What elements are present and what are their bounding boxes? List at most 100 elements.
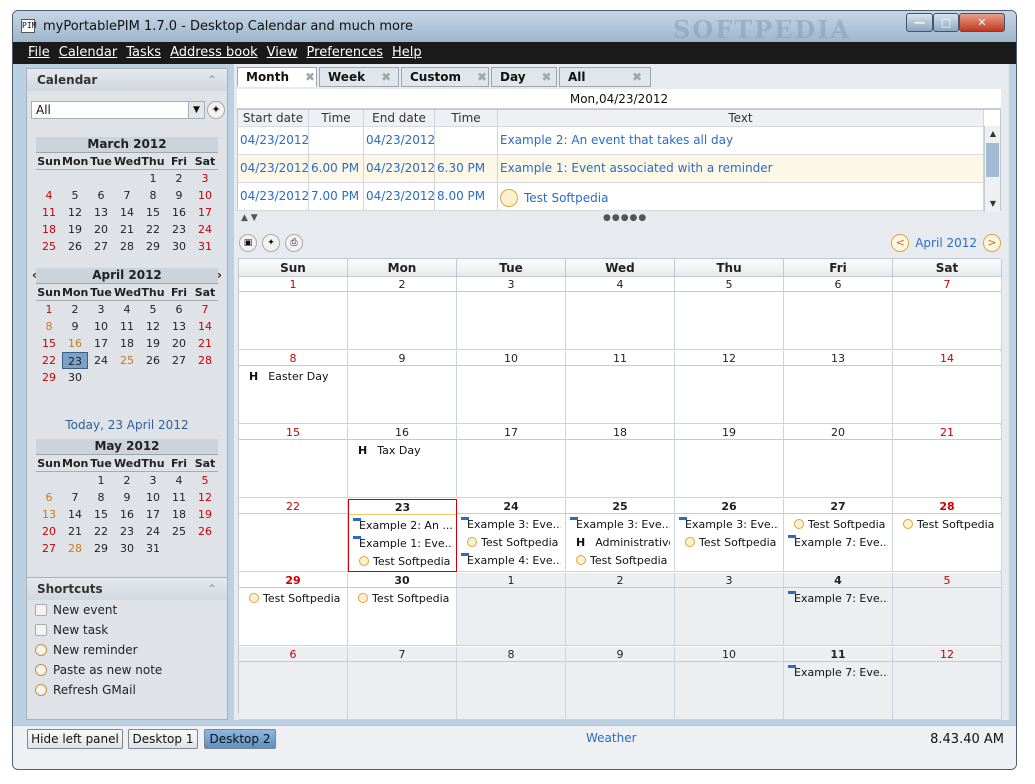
- calendar-event[interactable]: Example 3: Eve...: [461, 517, 561, 533]
- event-cell[interactable]: 04/23/2012: [238, 183, 309, 210]
- column-header[interactable]: Time: [435, 110, 498, 126]
- event-cell[interactable]: Example 1: Event associated with a remin…: [498, 155, 984, 182]
- day-cell[interactable]: 6: [239, 647, 348, 720]
- mini-calendar-day[interactable]: 8: [36, 318, 62, 335]
- splitter-arrows-icon[interactable]: ▲ ▼: [241, 213, 258, 223]
- mini-calendar-day[interactable]: 4: [36, 187, 62, 204]
- mini-calendar-day[interactable]: 25: [36, 238, 62, 255]
- mini-calendar-day[interactable]: 1: [140, 170, 166, 187]
- mini-calendar-day[interactable]: 15: [36, 335, 62, 352]
- prev-month-button[interactable]: <: [891, 234, 910, 252]
- mini-calendar-day[interactable]: 11: [36, 204, 62, 221]
- chevron-down-icon[interactable]: ▼: [188, 102, 204, 118]
- calendar-event[interactable]: Test Softpedia: [679, 535, 779, 551]
- mini-calendar-day[interactable]: 17: [140, 506, 166, 523]
- collapse-chevron-icon[interactable]: ⌃: [207, 73, 217, 87]
- mini-calendar-day[interactable]: 31: [192, 238, 218, 255]
- event-cell[interactable]: 04/23/2012: [238, 127, 309, 154]
- mini-calendar-day[interactable]: 25: [166, 523, 192, 540]
- event-list-scrollbar[interactable]: ▲ ▼: [984, 126, 1000, 212]
- scroll-down-icon[interactable]: ▼: [985, 196, 1001, 212]
- next-month-button[interactable]: >: [983, 234, 1001, 252]
- mini-calendar-day[interactable]: 23: [62, 352, 88, 369]
- hide-left-panel-button[interactable]: Hide left panel: [27, 729, 123, 749]
- mini-calendar-day[interactable]: 13: [36, 506, 62, 523]
- scroll-up-icon[interactable]: ▲: [985, 126, 1001, 142]
- event-cell[interactable]: 04/23/2012: [238, 155, 309, 182]
- minimize-button[interactable]: —: [906, 13, 933, 32]
- mini-calendar-day[interactable]: 29: [36, 369, 62, 386]
- mini-calendar-day[interactable]: 20: [166, 335, 192, 352]
- mini-calendar-day[interactable]: 7: [62, 489, 88, 506]
- day-cell[interactable]: 2: [566, 573, 675, 646]
- day-cell[interactable]: 1: [239, 277, 348, 350]
- tab-week[interactable]: Week ✖: [319, 67, 399, 87]
- mini-calendar-day[interactable]: 2: [166, 170, 192, 187]
- day-cell[interactable]: 28 Test Softpedia: [893, 499, 1002, 572]
- mini-calendar-day[interactable]: 14: [192, 318, 218, 335]
- title-bar[interactable]: PIM myPortablePIM 1.7.0 - Desktop Calend…: [13, 11, 1016, 44]
- tab-custom[interactable]: Custom ✖: [401, 67, 489, 87]
- mini-calendar-day[interactable]: 16: [166, 204, 192, 221]
- event-cell[interactable]: [435, 127, 498, 154]
- event-cell[interactable]: Example 2: An event that takes all day: [498, 127, 984, 154]
- day-cell[interactable]: 11: [566, 351, 675, 424]
- calendar-event[interactable]: Test Softpedia: [570, 553, 670, 569]
- event-cell[interactable]: 7.00 PM: [309, 183, 364, 210]
- mini-calendar-day[interactable]: 13: [88, 204, 114, 221]
- day-cell[interactable]: 14: [893, 351, 1002, 424]
- menu-item-tasks[interactable]: Tasks: [121, 42, 165, 64]
- day-cell[interactable]: 30 Test Softpedia: [348, 573, 457, 646]
- wand-icon[interactable]: ✦: [262, 234, 280, 252]
- mini-calendar-day[interactable]: 29: [140, 238, 166, 255]
- mini-calendar-day[interactable]: 6: [88, 187, 114, 204]
- mini-calendar-day[interactable]: 28: [62, 540, 88, 557]
- event-row[interactable]: 04/23/2012 6.00 PM 04/23/2012 6.30 PM Exampl…: [238, 155, 984, 183]
- shortcut-new-task[interactable]: New task: [27, 620, 227, 640]
- menu-item-preferences[interactable]: Preferences: [302, 42, 387, 64]
- mini-calendar-day[interactable]: 12: [192, 489, 218, 506]
- column-header[interactable]: Text: [498, 110, 984, 126]
- mini-calendar-day[interactable]: 15: [140, 204, 166, 221]
- desktop-2-button[interactable]: Desktop 2: [204, 729, 276, 749]
- mini-calendar-day[interactable]: 20: [88, 221, 114, 238]
- day-cell[interactable]: 10: [675, 647, 784, 720]
- day-cell[interactable]: 12: [675, 351, 784, 424]
- mini-calendar-day[interactable]: 13: [166, 318, 192, 335]
- shortcut-new-reminder[interactable]: New reminder: [27, 640, 227, 660]
- prev-month-arrow-icon[interactable]: ‹: [32, 268, 37, 282]
- day-cell[interactable]: 1: [457, 573, 566, 646]
- calendar-event[interactable]: Example 7: Eve...: [788, 591, 888, 607]
- mini-calendar-day[interactable]: 12: [140, 318, 166, 335]
- mini-calendar-day[interactable]: 30: [62, 369, 88, 386]
- close-tab-icon[interactable]: ✖: [305, 68, 315, 86]
- mini-calendar-day[interactable]: 25: [114, 352, 140, 369]
- day-cell[interactable]: 7: [348, 647, 457, 720]
- day-cell[interactable]: 18: [566, 425, 675, 498]
- mini-calendar-day[interactable]: 10: [88, 318, 114, 335]
- mini-calendar-day[interactable]: 2: [62, 301, 88, 318]
- shortcut-new-event[interactable]: New event: [27, 600, 227, 620]
- maximize-button[interactable]: □: [933, 13, 959, 32]
- mini-calendar-day[interactable]: 3: [192, 170, 218, 187]
- calendar-event[interactable]: Example 2: An ...: [353, 518, 453, 534]
- mini-calendar-day[interactable]: 2: [114, 472, 140, 489]
- day-cell[interactable]: 2: [348, 277, 457, 350]
- mini-calendar-day[interactable]: 17: [88, 335, 114, 352]
- mini-calendar-day[interactable]: 5: [192, 472, 218, 489]
- mini-calendar-day[interactable]: 22: [140, 221, 166, 238]
- close-button[interactable]: ✕: [959, 13, 1005, 32]
- day-cell[interactable]: 13: [784, 351, 893, 424]
- mini-calendar-day[interactable]: 22: [88, 523, 114, 540]
- mini-calendar-day[interactable]: 29: [88, 540, 114, 557]
- event-cell[interactable]: 04/23/2012: [364, 155, 435, 182]
- mini-calendar-day[interactable]: 3: [88, 301, 114, 318]
- day-cell[interactable]: 17: [457, 425, 566, 498]
- menu-item-help[interactable]: Help: [387, 42, 426, 64]
- mini-calendar-day[interactable]: 19: [62, 221, 88, 238]
- scroll-thumb[interactable]: [986, 143, 999, 177]
- calendar-event[interactable]: H Tax Day: [352, 443, 452, 459]
- mini-calendar-day[interactable]: 22: [36, 352, 62, 369]
- day-cell[interactable]: 5: [675, 277, 784, 350]
- mini-calendar-day[interactable]: 17: [192, 204, 218, 221]
